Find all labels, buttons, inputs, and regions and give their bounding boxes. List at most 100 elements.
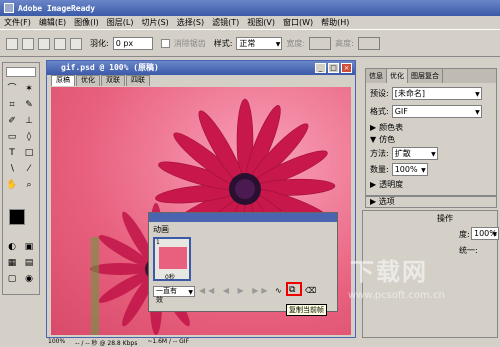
menu-bar: 文件(F) 编辑(E) 图像(I) 图层(L) 切片(S) 选择(S) 滤镜(T… [0,16,500,30]
close-icon[interactable]: × [341,63,352,73]
app-icon [4,3,14,13]
collapse-arrow-icon[interactable]: ▼ [370,135,376,144]
tab-4up[interactable]: 四联 [126,75,150,86]
menu-file[interactable]: 文件(F) [4,17,31,28]
menu-edit[interactable]: 编辑(E) [39,17,66,28]
dropper-icon[interactable]: ⁄ [23,163,35,175]
subtract-selection-icon[interactable] [54,37,66,50]
delete-frame-icon[interactable]: ⌫ [305,286,316,295]
toolbox: ⌒ ✶ ⌗ ✎ ✐ ⊥ ▭ ◊ T □ ∖ ⁄ ✋ ⌕ ◐ ▣ ▦ ▤ ▢ ◉ [2,62,40,295]
height-label: 高度: [335,39,354,48]
frame-thumbnail [159,247,187,269]
style-select[interactable]: 正常 [236,37,283,50]
amount-input[interactable]: 100% [391,163,428,176]
bucket-icon[interactable]: ◊ [23,131,35,143]
feather-input[interactable]: 0 px [112,37,153,50]
animation-title: 动画 [153,225,169,234]
format-label: 格式: [370,107,389,116]
preset-label: 预设: [370,89,389,98]
hand-icon[interactable]: ✋ [6,179,18,191]
options-bar: 羽化: 0 px 消除锯齿 样式: 正常 宽度: 高度: [0,31,500,57]
playback-controls[interactable]: ◀◀ ◀ ▶ ▶▶ [199,286,271,295]
intersect-selection-icon[interactable] [70,37,82,50]
app-titlebar: Adobe ImageReady [0,0,500,16]
rollover-preview-icon[interactable]: ▤ [23,257,35,269]
zoom-icon[interactable]: ⌕ [23,179,35,191]
frame-number: 1 [156,239,160,246]
slice-icon[interactable]: ✎ [23,99,35,111]
marquee-tool-icon[interactable] [6,37,18,50]
menu-help[interactable]: 帮助(H) [321,17,349,28]
optimize-panel: 信息 优化 图层复合 预设: [未命名] 格式: GIF ▶ 颜色表 ▼ 仿色 … [365,68,497,196]
quickmask-icon[interactable]: ◐ [6,241,18,253]
menu-slice[interactable]: 切片(S) [141,17,168,28]
tab-layer-comps[interactable]: 图层复合 [408,69,443,83]
status-format: ~1.6M / -- GIF [147,338,190,345]
tab-optimized[interactable]: 优化 [76,75,100,86]
tab-info[interactable]: 信息 [366,69,387,83]
opacity-label: 度: [459,230,470,239]
animation-panel: 动画 1 0秒 一直有效 ◀◀ ◀ ▶ ▶▶ ∿ ⧉ ⌫ [148,212,338,312]
menu-view[interactable]: 视图(V) [247,17,275,28]
width-label: 宽度: [286,39,306,48]
slice-visibility-icon[interactable]: ▦ [6,257,18,269]
expand-arrow-icon[interactable]: ▶ [370,197,376,206]
dither-label[interactable]: 仿色 [379,134,395,145]
amount-label: 数量: [370,165,389,174]
menu-layer[interactable]: 图层(L) [107,17,134,28]
optimize-panel-tabs: 信息 优化 图层复合 [366,69,496,83]
eraser-icon[interactable]: ▭ [6,131,18,143]
expand-arrow-icon[interactable]: ▶ [370,180,376,189]
expand-arrow-icon[interactable]: ▶ [370,123,376,132]
menu-image[interactable]: 图像(I) [74,17,99,28]
frame-1[interactable]: 1 0秒 [153,237,191,281]
preview-in-browser-icon[interactable]: ◉ [23,273,35,285]
magic-wand-icon[interactable]: ✶ [23,83,35,95]
type-icon[interactable]: T [6,147,18,159]
loop-select[interactable]: 一直有效 [153,286,195,304]
height-input[interactable] [357,37,380,50]
menu-filter[interactable]: 滤镜(T) [212,17,239,28]
add-selection-icon[interactable] [38,37,50,50]
watermark-url: www.pcsoft.com.cn [348,290,445,301]
app-title: Adobe ImageReady [18,3,96,13]
tab-optimize[interactable]: 优化 [387,69,408,83]
antialias-checkbox[interactable] [160,39,170,48]
new-selection-icon[interactable] [22,37,34,50]
crop-icon[interactable]: ⌗ [6,99,18,111]
actions-tab[interactable]: 操作 [437,213,453,224]
status-zoom[interactable]: 100% [48,338,65,347]
tween-icon[interactable]: ∿ [275,286,282,295]
menu-window[interactable]: 窗口(W) [283,17,313,28]
frame-delay[interactable]: 0秒 [165,272,175,281]
tab-original[interactable]: 原稿 [51,75,75,86]
preset-select[interactable]: [未命名] [391,87,482,100]
transparency-label[interactable]: 透明度 [379,179,403,190]
method-label: 方法: [370,149,389,158]
pen-icon[interactable]: ∖ [6,163,18,175]
color-table-label[interactable]: 颜色表 [379,122,403,133]
shape-icon[interactable]: □ [23,147,35,159]
foreground-color-swatch[interactable] [9,209,25,225]
imagemap-icon[interactable]: ▣ [23,241,35,253]
method-select[interactable]: 扩散 [391,147,438,160]
width-input[interactable] [309,37,332,50]
animation-panel-header[interactable] [149,213,337,222]
document-title: gif.psd @ 100% (原稿) [47,61,355,75]
duplicate-frame-highlight [286,282,302,296]
minimize-icon[interactable]: _ [315,63,326,73]
lasso-icon[interactable]: ⌒ [6,83,18,95]
menu-select[interactable]: 选择(S) [177,17,204,28]
brush-icon[interactable]: ✐ [6,115,18,127]
duplicate-frame-tooltip: 复制当前帧 [286,304,327,316]
options-label[interactable]: 选项 [379,197,395,206]
options-section[interactable]: ▶ 选项 [365,196,497,208]
stamp-icon[interactable]: ⊥ [23,115,35,127]
rectangular-marquee-icon[interactable] [6,67,36,77]
document-tabs: 原稿 优化 双联 四联 [47,75,355,86]
format-select[interactable]: GIF [391,105,482,118]
screen-mode-icon[interactable]: ▢ [6,273,18,285]
tab-2up[interactable]: 双联 [101,75,125,86]
maximize-icon[interactable]: □ [328,63,339,73]
opacity-input[interactable]: 100% [471,227,499,240]
